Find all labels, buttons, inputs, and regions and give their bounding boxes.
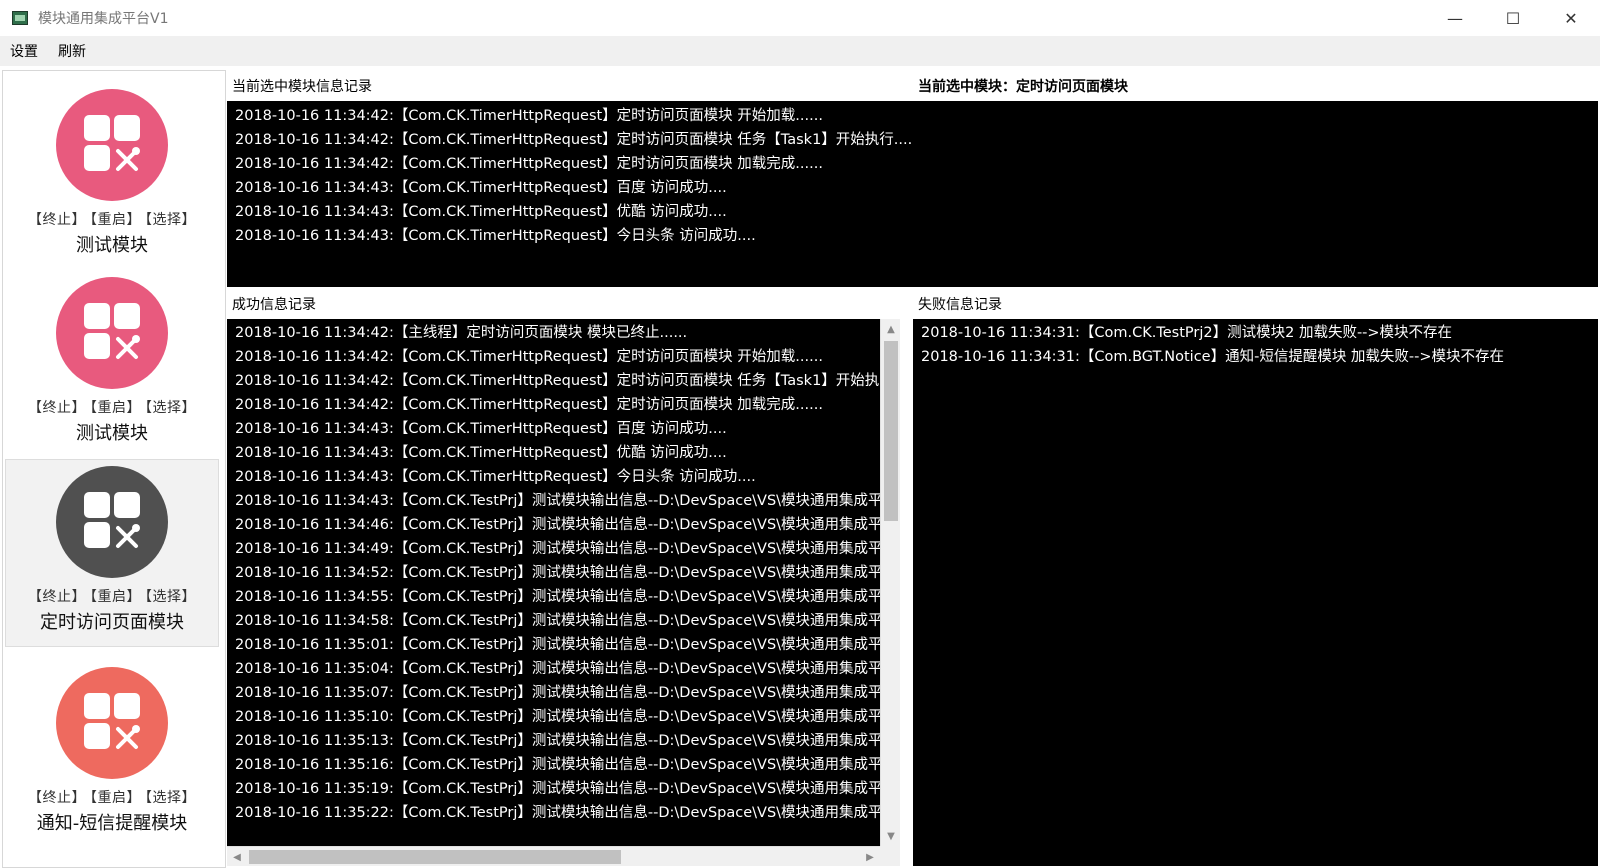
log-line: 2018-10-16 11:34:42:【Com.CK.TimerHttpReq… [235, 373, 880, 389]
module-name: 通知-短信提醒模块 [36, 813, 188, 834]
module-icon[interactable] [56, 277, 168, 389]
log-line: 2018-10-16 11:34:58:【Com.CK.TestPrj】测试模块… [235, 613, 883, 629]
menu-settings[interactable]: 设置 [0, 41, 48, 61]
log-line: 2018-10-16 11:35:07:【Com.CK.TestPrj】测试模块… [235, 685, 883, 701]
log-line: 2018-10-16 11:35:04:【Com.CK.TestPrj】测试模块… [235, 661, 883, 677]
log-line: 2018-10-16 11:34:55:【Com.CK.TestPrj】测试模块… [235, 589, 883, 605]
failure-log-label: 失败信息记录 [918, 297, 1002, 313]
window-controls: — ☐ ✕ [1426, 0, 1600, 36]
module-card[interactable]: 【终止】 【重启】 【选择】 测试模块 [5, 277, 219, 445]
log-line: 2018-10-16 11:35:10:【Com.CK.TestPrj】测试模块… [235, 709, 883, 725]
log-line: 2018-10-16 11:34:46:【Com.CK.TestPrj】测试模块… [235, 517, 883, 533]
close-button[interactable]: ✕ [1542, 0, 1600, 36]
module-icon[interactable] [56, 466, 168, 578]
log-line: 2018-10-16 11:34:42:【Com.CK.TimerHttpReq… [235, 108, 823, 124]
success-horizontal-scrollbar[interactable]: ◀ ▶ [227, 846, 880, 866]
module-actions: 【终止】 【重启】 【选择】 [5, 209, 219, 229]
horizontal-scroll-thumb[interactable] [249, 850, 621, 864]
module-name: 测试模块 [76, 235, 148, 256]
success-log-label: 成功信息记录 [232, 297, 316, 313]
log-line: 2018-10-16 11:35:16:【Com.CK.TestPrj】测试模块… [235, 757, 883, 773]
log-line: 2018-10-16 11:34:43:【Com.CK.TimerHttpReq… [235, 204, 727, 220]
module-actions: 【终止】 【重启】 【选择】 [5, 787, 219, 807]
restart-action[interactable]: 【重启】 [90, 790, 141, 806]
log-line: 2018-10-16 11:34:43:【Com.CK.TimerHttpReq… [235, 180, 727, 196]
module-icon[interactable] [56, 667, 168, 779]
app-icon [12, 11, 28, 25]
log-line: 2018-10-16 11:34:43:【Com.CK.TimerHttpReq… [235, 228, 756, 244]
scroll-right-arrow[interactable]: ▶ [860, 847, 880, 866]
restart-action[interactable]: 【重启】 [90, 589, 141, 605]
selected-module-label: 当前选中模块：定时访问页面模块 [918, 79, 1128, 95]
module-card[interactable]: 【终止】 【重启】 【选择】 测试模块 [5, 89, 219, 257]
log-line: 2018-10-16 11:35:22:【Com.CK.TestPrj】测试模块… [235, 805, 883, 821]
success-log-panel[interactable]: 2018-10-16 11:34:42:【主线程】定时访问页面模块 模块已终止.… [227, 319, 900, 866]
log-line: 2018-10-16 11:34:31:【Com.BGT.Notice】通知-短… [921, 349, 1505, 365]
log-line: 2018-10-16 11:34:42:【Com.CK.TimerHttpReq… [235, 156, 823, 172]
module-card-selected[interactable]: 【终止】 【重启】 【选择】 定时访问页面模块 [5, 459, 219, 647]
log-line: 2018-10-16 11:34:43:【Com.CK.TimerHttpReq… [235, 469, 756, 485]
stop-action[interactable]: 【终止】 [28, 790, 86, 806]
select-action[interactable]: 【选择】 [145, 589, 196, 605]
vertical-scroll-thumb[interactable] [884, 341, 898, 521]
stop-action[interactable]: 【终止】 [28, 400, 86, 416]
scroll-left-arrow[interactable]: ◀ [227, 847, 247, 866]
log-line: 2018-10-16 11:34:31:【Com.CK.TestPrj2】测试模… [921, 325, 1453, 341]
scroll-up-arrow[interactable]: ▲ [881, 319, 900, 339]
log-line: 2018-10-16 11:34:42:【Com.CK.TimerHttpReq… [235, 132, 913, 148]
log-line: 2018-10-16 11:35:01:【Com.CK.TestPrj】测试模块… [235, 637, 883, 653]
current-log-label: 当前选中模块信息记录 [232, 79, 372, 95]
module-icon[interactable] [56, 89, 168, 201]
scroll-corner [880, 846, 900, 866]
failure-log-panel[interactable]: 2018-10-16 11:34:31:【Com.CK.TestPrj2】测试模… [913, 319, 1598, 866]
module-actions: 【终止】 【重启】 【选择】 [5, 397, 219, 417]
module-actions: 【终止】 【重启】 【选择】 [6, 586, 218, 606]
log-line: 2018-10-16 11:35:13:【Com.CK.TestPrj】测试模块… [235, 733, 883, 749]
stop-action[interactable]: 【终止】 [28, 212, 86, 228]
current-log-panel[interactable]: 2018-10-16 11:34:42:【Com.CK.TimerHttpReq… [227, 101, 1598, 287]
success-vertical-scrollbar[interactable]: ▲ ▼ [880, 319, 900, 846]
window-title: 模块通用集成平台V1 [38, 11, 169, 27]
module-name: 测试模块 [76, 423, 148, 444]
log-line: 2018-10-16 11:35:19:【Com.CK.TestPrj】测试模块… [235, 781, 883, 797]
select-action[interactable]: 【选择】 [145, 790, 196, 806]
module-card[interactable]: 【终止】 【重启】 【选择】 通知-短信提醒模块 [5, 667, 219, 835]
select-action[interactable]: 【选择】 [145, 212, 196, 228]
maximize-button[interactable]: ☐ [1484, 0, 1542, 36]
log-line: 2018-10-16 11:34:52:【Com.CK.TestPrj】测试模块… [235, 565, 883, 581]
title-bar: 模块通用集成平台V1 — ☐ ✕ [0, 0, 1600, 36]
module-sidebar: 【终止】 【重启】 【选择】 测试模块 【终止】 【重启】 【选择】 测试模块 【终止】… [2, 70, 226, 868]
minimize-button[interactable]: — [1426, 0, 1484, 36]
restart-action[interactable]: 【重启】 [90, 212, 141, 228]
scroll-down-arrow[interactable]: ▼ [881, 826, 900, 846]
log-line: 2018-10-16 11:34:49:【Com.CK.TestPrj】测试模块… [235, 541, 883, 557]
stop-action[interactable]: 【终止】 [28, 589, 86, 605]
log-line: 2018-10-16 11:34:42:【主线程】定时访问页面模块 模块已终止.… [235, 325, 688, 341]
menu-refresh[interactable]: 刷新 [48, 41, 96, 61]
module-name: 定时访问页面模块 [40, 612, 184, 633]
log-line: 2018-10-16 11:34:43:【Com.CK.TimerHttpReq… [235, 445, 727, 461]
menu-bar: 设置 刷新 [0, 36, 1600, 66]
log-line: 2018-10-16 11:34:42:【Com.CK.TimerHttpReq… [235, 349, 823, 365]
log-line: 2018-10-16 11:34:43:【Com.CK.TimerHttpReq… [235, 421, 727, 437]
log-line: 2018-10-16 11:34:42:【Com.CK.TimerHttpReq… [235, 397, 823, 413]
select-action[interactable]: 【选择】 [145, 400, 196, 416]
restart-action[interactable]: 【重启】 [90, 400, 141, 416]
log-line: 2018-10-16 11:34:43:【Com.CK.TestPrj】测试模块… [235, 493, 883, 509]
